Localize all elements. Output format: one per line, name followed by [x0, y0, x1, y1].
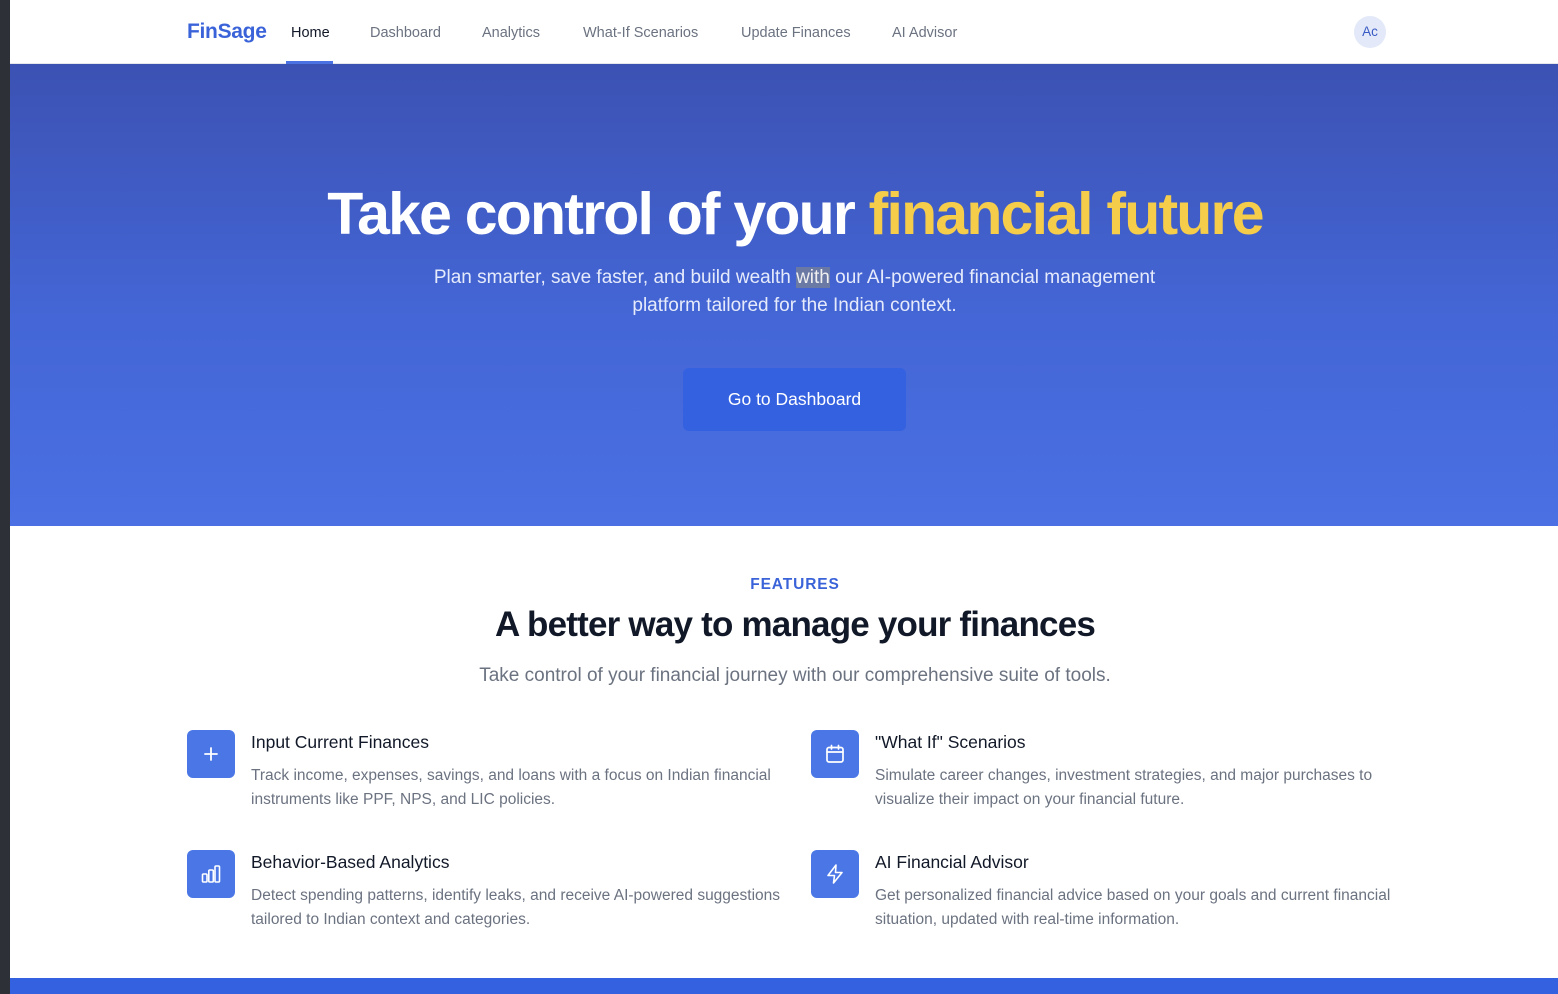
feature-description: Track income, expenses, savings, and loa…	[251, 767, 771, 808]
feature-title: Input Current Finances	[251, 732, 430, 752]
hero-subtitle-before: Plan smarter, save faster, and build wea…	[433, 267, 797, 288]
plus-icon	[187, 730, 235, 778]
hero-title-accent: financial future	[868, 181, 1265, 247]
feature-description: Detect spending patterns, identify leaks…	[251, 887, 781, 928]
bar-chart-icon	[187, 850, 235, 898]
go-to-dashboard-button[interactable]: Go to Dashboard	[683, 368, 906, 431]
logo[interactable]: FinSage	[187, 20, 267, 44]
feature-title: AI Financial Advisor	[875, 852, 1029, 872]
lightning-icon	[811, 850, 859, 898]
top-navbar: FinSage Home Dashboard Analytics What-If…	[10, 0, 1558, 64]
nav-link-home[interactable]: Home	[291, 0, 330, 64]
features-eyebrow: FEATURES	[750, 576, 840, 593]
nav-link-ai-advisor[interactable]: AI Advisor	[892, 0, 957, 64]
nav-link-update-finances[interactable]: Update Finances	[741, 0, 851, 64]
footer-band	[10, 978, 1558, 994]
feature-description: Get personalized financial advice based …	[875, 887, 1391, 928]
feature-description: Simulate career changes, investment stra…	[875, 767, 1373, 808]
hero-title-main: Take control of your	[327, 181, 869, 247]
feature-title: "What If" Scenarios	[875, 732, 1026, 752]
hero-section: Take control of your financial future Pl…	[10, 64, 1558, 526]
window-left-edge	[0, 0, 10, 994]
hero-title: Take control of your financial future	[10, 180, 1558, 248]
nav-link-analytics[interactable]: Analytics	[482, 0, 540, 64]
hero-subtitle: Plan smarter, save faster, and build wea…	[407, 264, 1182, 320]
features-subtitle: Take control of your financial journey w…	[479, 665, 1111, 686]
calendar-icon	[811, 730, 859, 778]
page: FinSage Home Dashboard Analytics What-If…	[10, 0, 1558, 994]
features-title: A better way to manage your finances	[494, 605, 1096, 644]
feature-title: Behavior-Based Analytics	[251, 852, 450, 872]
user-avatar[interactable]: Ac	[1354, 16, 1386, 48]
hero-subtitle-selection: with	[796, 267, 830, 288]
nav-link-what-if-scenarios[interactable]: What-If Scenarios	[583, 0, 698, 64]
nav-link-dashboard[interactable]: Dashboard	[370, 0, 441, 64]
